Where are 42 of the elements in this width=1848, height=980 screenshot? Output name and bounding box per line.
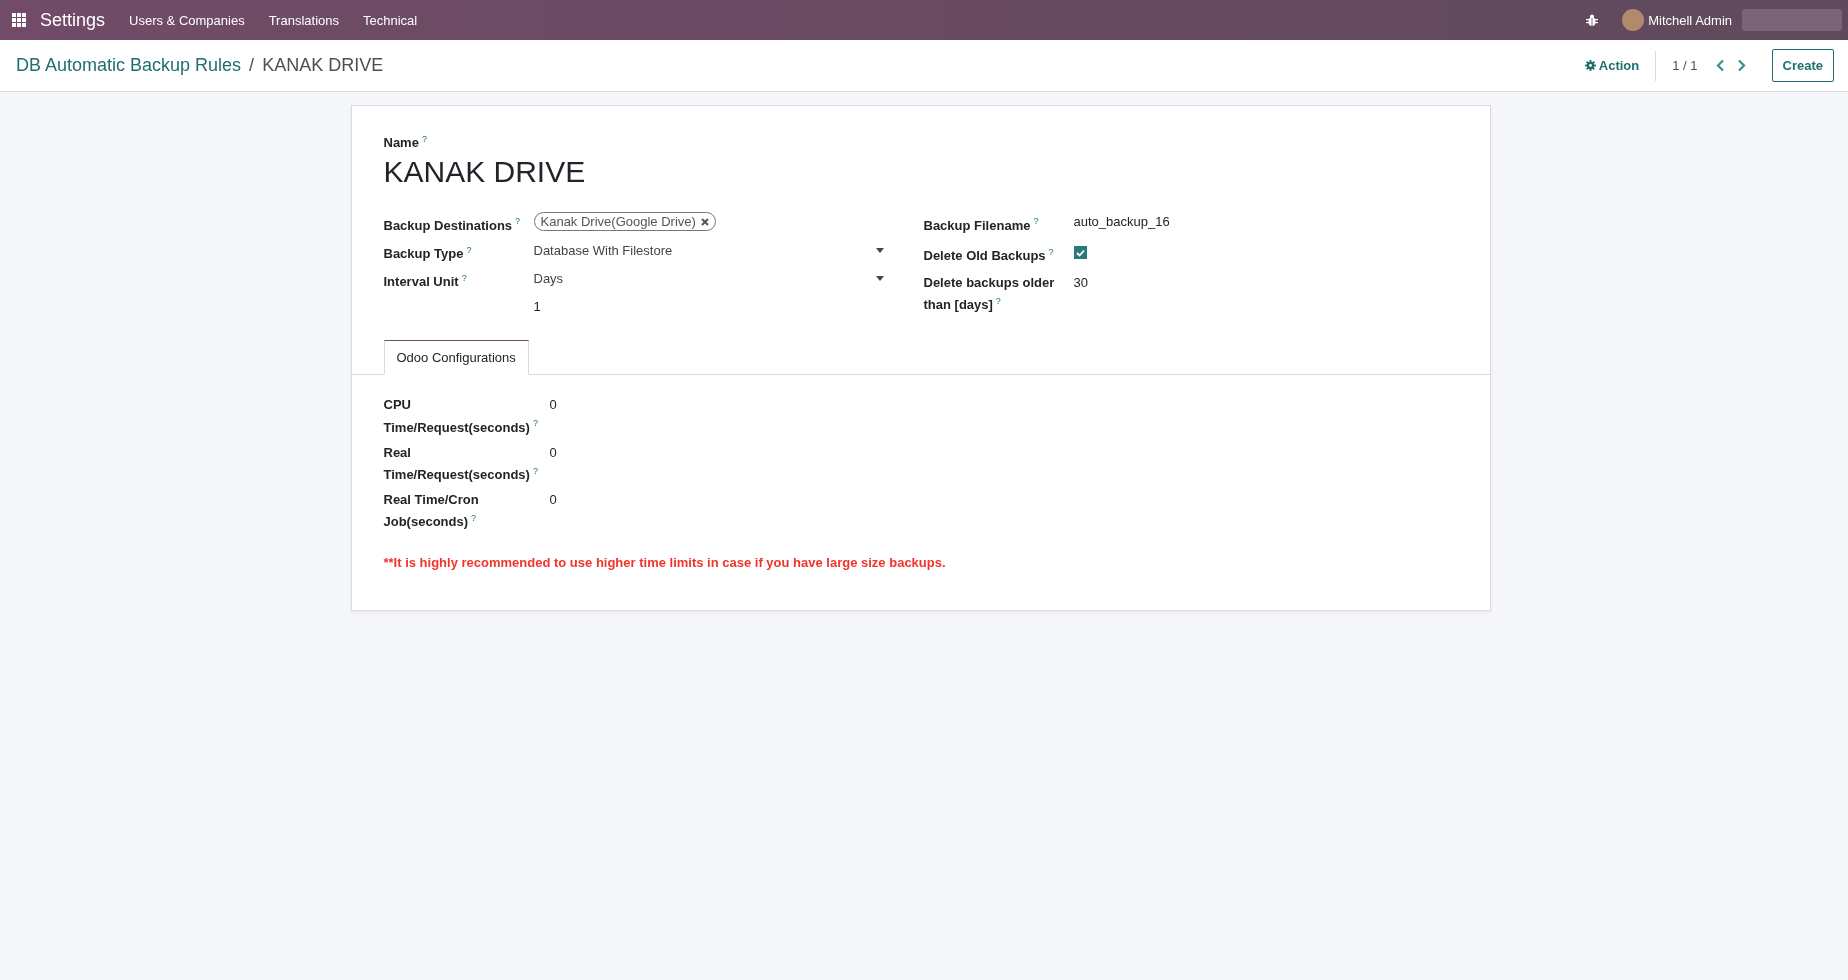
breadcrumb-link[interactable]: DB Automatic Backup Rules (16, 55, 242, 76)
bug-icon[interactable] (1586, 13, 1599, 27)
breadcrumb-current: KANAK DRIVE (262, 55, 384, 76)
remove-icon[interactable] (700, 217, 709, 226)
field-value[interactable]: auto_backup_16 (1073, 214, 1170, 230)
app-name-link[interactable]: Settings (40, 9, 106, 31)
breadcrumb-separator: / (249, 55, 255, 76)
action-button[interactable]: Action (1580, 54, 1644, 77)
previous-icon[interactable] (1715, 59, 1725, 72)
checkbox[interactable] (1073, 246, 1087, 260)
field-value[interactable]: 1 (533, 299, 541, 315)
notebook-tab[interactable]: Odoo Configurations (383, 340, 529, 376)
field-label: Backup Filename $^{?}$ (923, 217, 1039, 233)
field-value[interactable]: 30 (1073, 275, 1088, 290)
field-value[interactable]: 0 (549, 397, 557, 413)
field-value[interactable]: 0 (549, 444, 557, 460)
field-label: Real Time/Request(seconds) $^{?}$ (383, 444, 538, 482)
select-field[interactable]: Database With Filestore (533, 240, 884, 260)
field-label: Backup Destinations $^{?}$ (383, 217, 521, 233)
field-label: Interval Unit $^{?}$ (383, 274, 467, 290)
field-label: Backup Type $^{?}$ (383, 246, 472, 261)
field-label: CPU Time/Request(seconds) $^{?}$ (383, 397, 538, 435)
menu-item[interactable]: Users & Companies (129, 12, 245, 28)
select-field[interactable]: Days (533, 269, 884, 288)
field-value[interactable]: 0 (549, 491, 557, 507)
app-grid-icon[interactable] (12, 13, 26, 27)
next-icon[interactable] (1736, 59, 1746, 72)
create-button[interactable]: Create (1771, 49, 1834, 82)
menu-item[interactable]: Translations (268, 12, 339, 28)
caret-icon (875, 247, 884, 253)
caret-icon (875, 276, 884, 281)
field-label: Delete Old Backups $^{?}$ (923, 248, 1054, 263)
user-avatar[interactable] (1622, 9, 1645, 31)
record-name: KANAK DRIVE (383, 154, 587, 191)
field-label: Name $^{?}$ (383, 135, 427, 151)
field-label: Real Time/Cron Job(seconds) $^{?}$ (383, 491, 479, 530)
warning-note: **It is highly recommended to use higher time limits in case if you have large size backups. (383, 555, 947, 571)
pager-counter[interactable]: 1 / 1 (1672, 58, 1698, 73)
field-label: Delete backups older than [days] $^{?}$ (923, 275, 1055, 313)
gear-icon (1584, 60, 1596, 71)
menu-item[interactable]: Technical (363, 12, 418, 28)
user-name[interactable]: Mitchell Admin (1648, 12, 1732, 28)
